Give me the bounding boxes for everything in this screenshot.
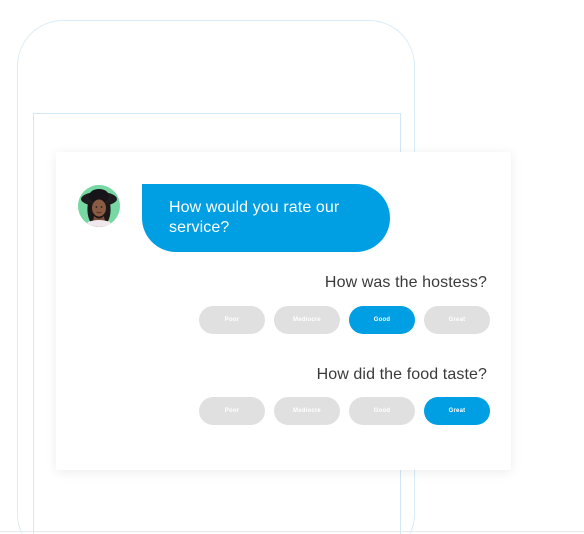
food-great-button[interactable]: Great (424, 397, 490, 425)
food-mediocre-button[interactable]: Mediocre (274, 397, 340, 425)
food-question: How did the food taste? (316, 366, 487, 383)
divider (0, 531, 584, 532)
hostess-good-button[interactable]: Good (349, 306, 415, 334)
avatar-image (78, 185, 120, 227)
bot-message-text: How would you rate our service? (169, 199, 340, 236)
bot-message-bubble: How would you rate our service? (142, 184, 390, 252)
hostess-question: How was the hostess? (324, 274, 487, 291)
food-good-button[interactable]: Good (349, 397, 415, 425)
hostess-mediocre-button[interactable]: Mediocre (274, 306, 340, 334)
avatar (78, 185, 120, 227)
stage: How would you rate our service? How was … (0, 0, 584, 534)
hostess-rating-options: Poor Mediocre Good Great (199, 306, 490, 334)
food-poor-button[interactable]: Poor (199, 397, 265, 425)
hostess-poor-button[interactable]: Poor (199, 306, 265, 334)
chat-card: How would you rate our service? How was … (56, 152, 511, 470)
hostess-great-button[interactable]: Great (424, 306, 490, 334)
food-rating-options: Poor Mediocre Good Great (199, 397, 490, 425)
